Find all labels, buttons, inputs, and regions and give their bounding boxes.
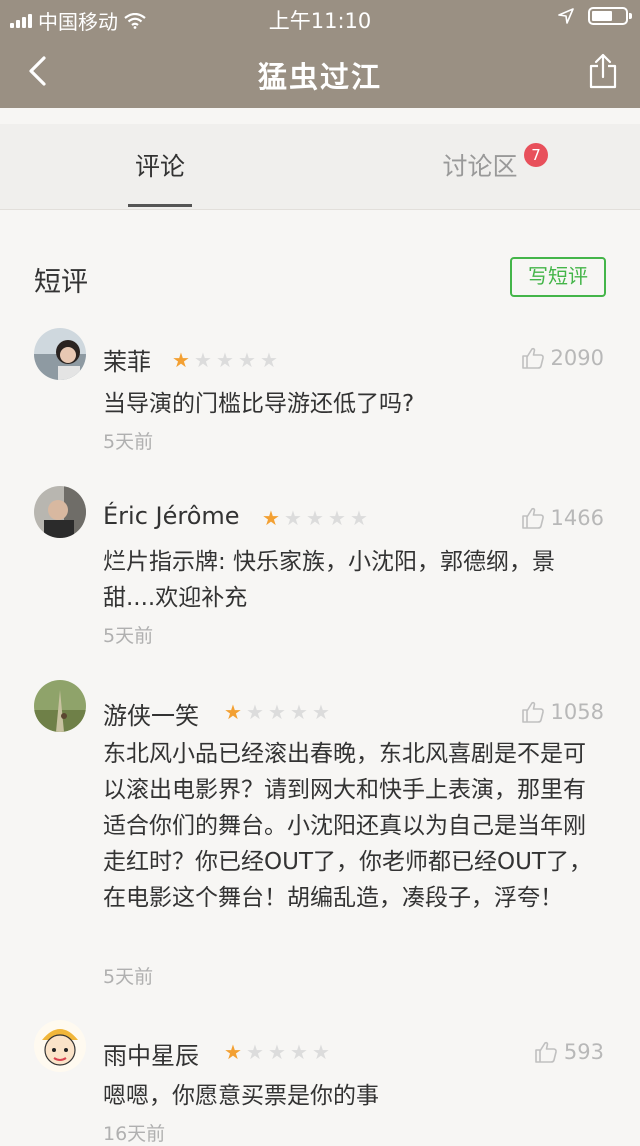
reviewer-name[interactable]: Éric Jérôme: [103, 502, 240, 530]
avatar[interactable]: [34, 1020, 86, 1072]
star-empty-icon: ★: [312, 700, 330, 724]
rating-stars: ★ ★ ★ ★ ★: [224, 1042, 332, 1062]
like-button[interactable]: 1058: [521, 700, 604, 724]
star-empty-icon: ★: [246, 700, 264, 724]
like-count: 2090: [550, 346, 604, 370]
star-empty-icon: ★: [194, 348, 212, 372]
thumbs-up-icon: [535, 1041, 557, 1063]
star-empty-icon: ★: [268, 700, 286, 724]
star-filled-icon: ★: [172, 348, 190, 372]
star-empty-icon: ★: [290, 700, 308, 724]
location-arrow-icon: [558, 8, 574, 24]
like-button[interactable]: 2090: [521, 346, 604, 370]
rating-stars: ★ ★ ★ ★ ★: [262, 508, 370, 528]
review-time: 5天前: [103, 431, 154, 453]
star-empty-icon: ★: [312, 1040, 330, 1064]
share-button[interactable]: [578, 46, 628, 96]
write-review-button[interactable]: 写短评: [510, 257, 606, 297]
like-button[interactable]: 593: [534, 1040, 604, 1064]
discussion-count-badge: 7: [524, 143, 548, 167]
star-empty-icon: ★: [290, 1040, 308, 1064]
thumbs-up-icon: [521, 701, 544, 723]
section-title: 短评: [34, 267, 88, 298]
star-filled-icon: ★: [224, 700, 242, 724]
review-text: 嗯嗯，你愿意买票是你的事: [103, 1083, 379, 1109]
review-time: 5天前: [103, 966, 154, 988]
reviewer-name[interactable]: 茉菲: [103, 342, 151, 377]
status-bar: 中国移动 上午11:10: [0, 0, 640, 36]
avatar[interactable]: [34, 680, 86, 732]
thumbs-up-icon: [521, 507, 544, 529]
star-empty-icon: ★: [246, 1040, 264, 1064]
star-empty-icon: ★: [306, 506, 324, 530]
tab-bar: 评论 讨论区: [0, 124, 640, 210]
review-text: 烂片指示牌: 快乐家族，小沈阳，郭德纲，景甜....欢迎补充: [103, 549, 556, 611]
nav-bar: 猛虫过江: [0, 36, 640, 108]
tab-active-indicator: [128, 204, 192, 207]
review-time: 16天前: [103, 1123, 166, 1145]
review-time: 5天前: [103, 625, 154, 647]
thumbs-up-icon: [521, 347, 544, 369]
review-text: 东北风小品已经滚出春晚，东北风喜剧是不是可以滚出电影界？请到网大和快手上表演，那…: [103, 741, 592, 911]
star-empty-icon: ★: [328, 506, 346, 530]
status-right: [558, 7, 632, 25]
star-empty-icon: ★: [216, 348, 234, 372]
like-count: 593: [563, 1040, 604, 1064]
share-icon: [589, 53, 617, 89]
tab-discussion[interactable]: 讨论区: [380, 124, 580, 210]
star-empty-icon: ★: [268, 1040, 286, 1064]
like-count: 1058: [550, 700, 604, 724]
like-button[interactable]: 1466: [521, 506, 604, 530]
star-empty-icon: ★: [284, 506, 302, 530]
reviewer-name[interactable]: 雨中星辰: [103, 1036, 199, 1071]
star-empty-icon: ★: [350, 506, 368, 530]
like-count: 1466: [550, 506, 604, 530]
avatar[interactable]: [34, 328, 86, 380]
star-empty-icon: ★: [238, 348, 256, 372]
rating-stars: ★ ★ ★ ★ ★: [224, 702, 332, 722]
star-empty-icon: ★: [260, 348, 278, 372]
star-filled-icon: ★: [224, 1040, 242, 1064]
review-text: 当导演的门槛比导游还低了吗?: [103, 391, 415, 417]
top-bar: 中国移动 上午11:10 猛虫过江: [0, 0, 640, 108]
battery-icon: [588, 7, 632, 25]
status-time: 上午11:10: [268, 9, 372, 33]
tab-reviews[interactable]: 评论: [60, 124, 260, 210]
rating-stars: ★ ★ ★ ★ ★: [172, 350, 280, 370]
star-filled-icon: ★: [262, 506, 280, 530]
reviewer-name[interactable]: 游侠一笑: [103, 696, 199, 731]
page-title: 猛虫过江: [257, 60, 382, 94]
avatar[interactable]: [34, 486, 86, 538]
